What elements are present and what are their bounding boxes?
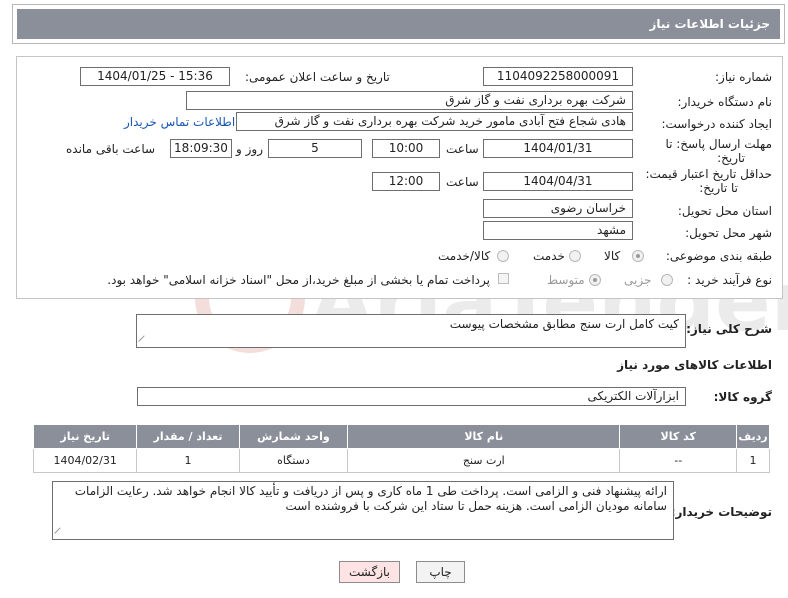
cell-row-number: 1 [736, 448, 770, 473]
category-radio-goods[interactable] [632, 250, 644, 262]
category-option-service: خدمت [533, 249, 565, 263]
goods-section-title: اطلاعات کالاهای مورد نیاز [617, 358, 772, 372]
province-field: خراسان رضوی [483, 199, 633, 218]
treasury-checkbox[interactable] [498, 273, 509, 284]
cell-quantity: 1 [136, 448, 240, 473]
validity-date-field: 1404/04/31 [483, 172, 633, 191]
resize-handle-icon[interactable] [138, 335, 150, 347]
process-option-minor: جزیی [624, 273, 652, 287]
buyer-notes-textarea[interactable]: ارائه پیشنهاد فنی و الزامی است. پرداخت ط… [52, 481, 674, 540]
print-button[interactable]: چاپ [416, 561, 465, 583]
goods-group-label: گروه کالا: [713, 390, 772, 404]
buyer-org-field: شرکت بهره برداری نفت و گاز شرق [186, 91, 633, 110]
need-number-field: 1104092258000091 [483, 67, 633, 86]
buyer-notes-text: ارائه پیشنهاد فنی و الزامی است. پرداخت ط… [74, 484, 667, 513]
table-header-row: ردیف کد کالا نام کالا واحد شمارش تعداد /… [32, 424, 770, 449]
col-need-date: تاریخ نیاز [32, 424, 138, 449]
validity-label: حداقل تاریخ اعتبار قیمت: [645, 167, 772, 181]
col-unit: واحد شمارش [238, 424, 349, 449]
creator-label: ایجاد کننده درخواست: [661, 117, 772, 131]
category-radio-goods-service[interactable] [497, 250, 509, 262]
city-field: مشهد [483, 221, 633, 240]
col-quantity: تعداد / مقدار [136, 424, 240, 449]
remaining-time-label: ساعت باقی مانده [66, 142, 156, 156]
buyer-notes-label: توضیحات خریدار: [670, 505, 772, 519]
category-label: طبقه بندی موضوعی: [665, 249, 772, 263]
days-label: روز و [236, 142, 263, 156]
announce-field: 1404/01/25 - 15:36 [80, 67, 230, 86]
remaining-time-field: 18:09:30 [170, 139, 232, 158]
validity-time-field: 12:00 [372, 172, 440, 191]
province-label: استان محل تحویل: [677, 204, 772, 218]
treasury-note: پرداخت تمام یا بخشی از مبلغ خرید،از محل … [107, 273, 490, 287]
category-option-goods-service: کالا/خدمت [438, 249, 491, 263]
cell-need-date: 1404/02/31 [32, 448, 138, 473]
deadline-time-field: 10:00 [372, 139, 440, 158]
goods-group-field: ابزارآلات الکتریکی [137, 387, 686, 406]
creator-field: هادی شجاع فتح آبادی مامور خرید شرکت بهره… [236, 112, 633, 131]
cell-item-name: ارت سنج [347, 448, 621, 473]
header-panel: جزئیات اطلاعات نیاز [12, 4, 785, 44]
cell-unit: دستگاه [238, 448, 349, 473]
back-button[interactable]: بازگشت [339, 561, 400, 583]
cell-item-code: -- [619, 448, 738, 473]
deadline-label: مهلت ارسال پاسخ: تا [665, 137, 772, 151]
process-option-medium: متوسط [547, 273, 585, 287]
city-label: شهر محل تحویل: [685, 226, 772, 240]
page-title: جزئیات اطلاعات نیاز [17, 9, 780, 39]
category-radio-service[interactable] [569, 250, 581, 262]
deadline-label-date: تاریخ: [717, 151, 745, 165]
category-option-goods: کالا [604, 249, 621, 263]
contact-info-link[interactable]: اطلاعات تماس خریدار [124, 115, 235, 129]
description-textarea[interactable]: کیت کامل ارت سنج مطابق مشخصات پیوست [136, 314, 686, 348]
announce-label: تاریخ و ساعت اعلان عمومی: [245, 70, 390, 84]
description-text: کیت کامل ارت سنج مطابق مشخصات پیوست [449, 317, 679, 331]
days-field: 5 [268, 139, 362, 158]
deadline-time-label: ساعت [446, 142, 479, 156]
table-row: 1 -- ارت سنج دستگاه 1 1404/02/31 [32, 448, 770, 473]
validity-label-date: تا تاریخ: [699, 181, 738, 195]
resize-handle-icon[interactable] [54, 527, 66, 539]
need-number-label: شماره نیاز: [715, 70, 772, 84]
process-label: نوع فرآیند خرید : [687, 273, 772, 287]
goods-table: ردیف کد کالا نام کالا واحد شمارش تعداد /… [32, 424, 770, 473]
process-radio-minor[interactable] [661, 274, 673, 286]
col-row-number: ردیف [736, 424, 770, 449]
process-radio-medium[interactable] [589, 274, 601, 286]
description-label: شرح کلی نیاز: [686, 322, 772, 336]
col-item-name: نام کالا [347, 424, 621, 449]
validity-time-label: ساعت [446, 175, 479, 189]
buyer-org-label: نام دستگاه خریدار: [677, 95, 773, 109]
deadline-date-field: 1404/01/31 [483, 139, 633, 158]
col-item-code: کد کالا [619, 424, 738, 449]
